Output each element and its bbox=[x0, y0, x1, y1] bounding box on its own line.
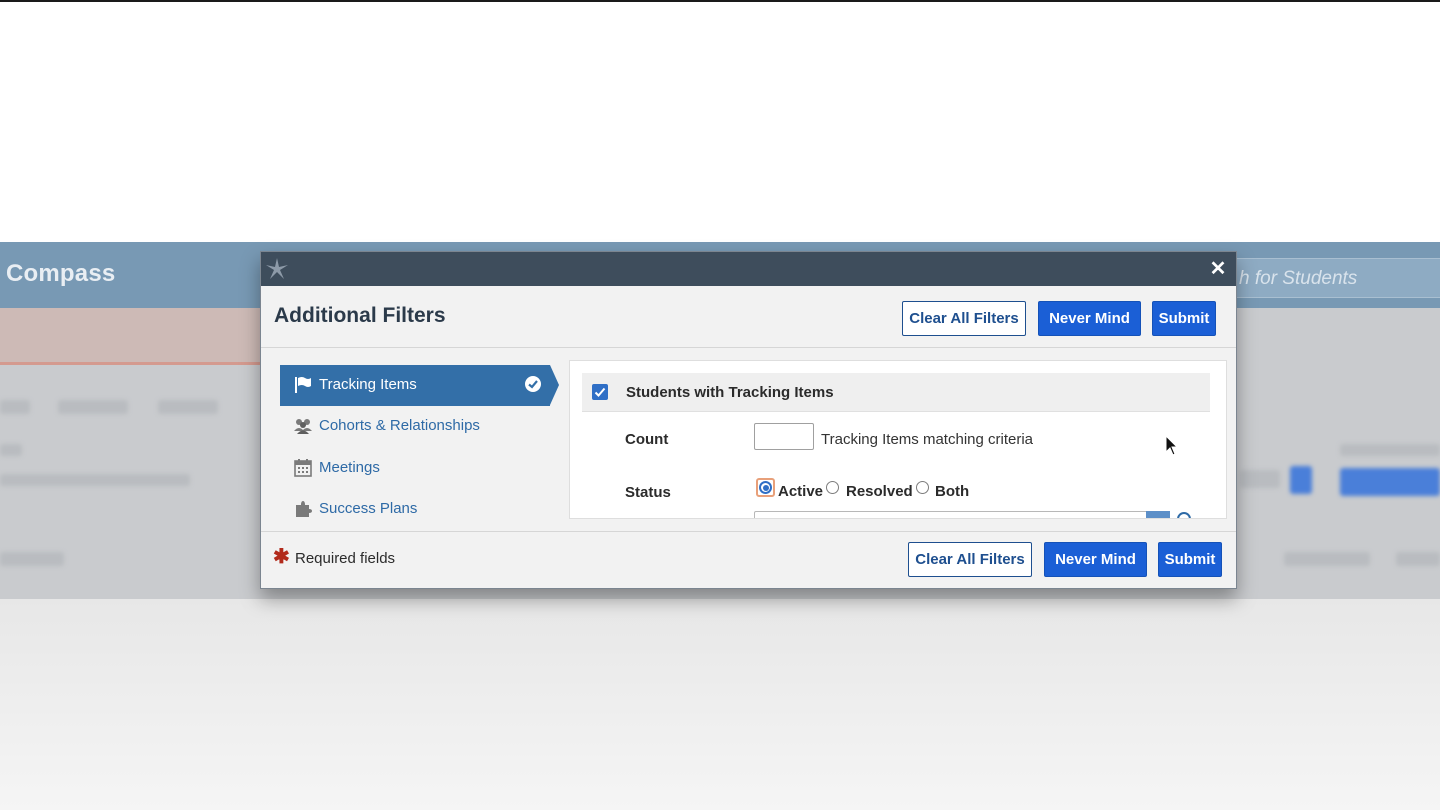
count-help-text: Tracking Items matching criteria bbox=[821, 431, 1034, 448]
blurred-button bbox=[1290, 466, 1312, 494]
modal-titlebar: ✕ bbox=[261, 252, 1236, 286]
nav-item-label: Success Plans bbox=[319, 500, 418, 517]
users-icon bbox=[294, 419, 312, 434]
blurred-tab bbox=[0, 400, 30, 414]
flag-icon bbox=[295, 377, 311, 393]
mouse-cursor-icon bbox=[1165, 435, 1179, 456]
status-radio-resolved[interactable] bbox=[826, 481, 839, 494]
top-blank-area bbox=[0, 2, 1440, 242]
status-option-active: Active bbox=[778, 483, 824, 500]
header-divider bbox=[261, 347, 1236, 348]
bottom-blank-area bbox=[0, 599, 1440, 810]
type-select-button[interactable] bbox=[1146, 511, 1170, 518]
clear-all-filters-button[interactable]: Clear All Filters bbox=[902, 301, 1026, 336]
count-label: Count bbox=[625, 431, 669, 448]
blurred-label bbox=[0, 444, 22, 456]
nav-item-label: Meetings bbox=[319, 459, 380, 476]
status-label: Status bbox=[625, 484, 671, 501]
nav-item-label: Cohorts & Relationships bbox=[319, 417, 480, 434]
never-mind-button[interactable]: Never Mind bbox=[1038, 301, 1141, 336]
check-circle-icon bbox=[525, 376, 541, 392]
nav-item-success-plans[interactable]: Success Plans bbox=[280, 489, 550, 529]
additional-filters-modal: ✕ Additional Filters Clear All Filters N… bbox=[260, 251, 1237, 589]
filter-panel: Students with Tracking Items Count Track… bbox=[569, 360, 1227, 519]
status-option-both: Both bbox=[935, 483, 970, 500]
blurred-label bbox=[1340, 444, 1440, 456]
blurred-button bbox=[1340, 468, 1440, 496]
app-alert-line bbox=[0, 362, 262, 365]
footer-divider bbox=[261, 531, 1236, 532]
help-icon[interactable] bbox=[1177, 512, 1191, 518]
required-asterisk-icon: ✱ bbox=[273, 546, 290, 568]
footer-never-mind-button[interactable]: Never Mind bbox=[1044, 542, 1147, 577]
nav-item-tracking-items[interactable]: Tracking Items bbox=[280, 365, 559, 406]
blurred-field bbox=[0, 474, 190, 486]
close-icon[interactable]: ✕ bbox=[1207, 258, 1229, 280]
status-radio-both[interactable] bbox=[916, 481, 929, 494]
required-fields-note: Required fields bbox=[295, 550, 396, 567]
nav-item-cohorts-relationships[interactable]: Cohorts & Relationships bbox=[280, 406, 550, 446]
blurred-tab bbox=[158, 400, 218, 414]
student-search-input[interactable]: h for Students bbox=[1232, 258, 1440, 298]
blurred-column bbox=[0, 552, 64, 566]
nav-item-meetings[interactable]: Meetings bbox=[280, 448, 550, 488]
section-title: Students with Tracking Items bbox=[626, 384, 834, 401]
filter-category-nav: Tracking Items Cohorts & Relationships M… bbox=[280, 365, 560, 531]
count-input[interactable] bbox=[754, 423, 814, 450]
compass-logo-icon bbox=[266, 258, 288, 279]
calendar-icon bbox=[294, 459, 312, 477]
nav-item-label: Tracking Items bbox=[319, 376, 417, 393]
blurred-field bbox=[1240, 470, 1280, 488]
section-checkbox[interactable] bbox=[592, 384, 608, 400]
submit-button[interactable]: Submit bbox=[1152, 301, 1216, 336]
app-brand: Compass bbox=[6, 260, 116, 287]
footer-submit-button[interactable]: Submit bbox=[1158, 542, 1222, 577]
blurred-tab bbox=[58, 400, 128, 414]
footer-clear-all-filters-button[interactable]: Clear All Filters bbox=[908, 542, 1032, 577]
status-option-resolved: Resolved bbox=[846, 483, 913, 500]
blurred-column bbox=[1284, 552, 1370, 566]
modal-title: Additional Filters bbox=[274, 304, 446, 327]
section-header: Students with Tracking Items bbox=[582, 373, 1210, 412]
puzzle-icon bbox=[296, 501, 312, 517]
type-select[interactable] bbox=[754, 511, 1170, 518]
status-radio-active[interactable] bbox=[759, 481, 772, 494]
blurred-column bbox=[1396, 552, 1440, 566]
app-alert-banner bbox=[0, 308, 262, 364]
